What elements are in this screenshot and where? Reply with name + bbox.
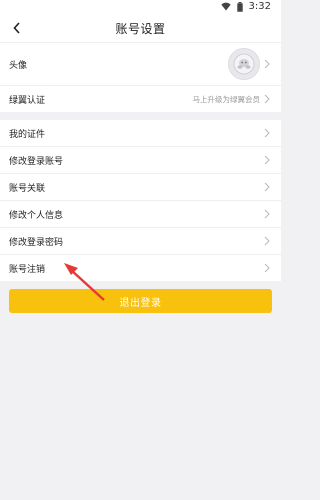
avatar-row[interactable]: 头像	[0, 43, 281, 86]
status-time: 3:32	[248, 1, 271, 12]
member-certification-row[interactable]: 绿翼认证 马上升级为绿翼会员	[0, 86, 281, 112]
list-item-account-cancellation[interactable]: 账号注销	[0, 255, 281, 281]
status-bar: 3:32	[0, 0, 281, 14]
chevron-right-icon	[264, 155, 272, 165]
list-item-label: 修改登录账号	[9, 156, 64, 167]
logout-button[interactable]: 退出登录	[9, 289, 272, 313]
member-certification-label: 绿翼认证	[9, 95, 46, 106]
list-item-label: 修改个人信息	[9, 210, 64, 221]
list-item-label: 账号注销	[9, 264, 46, 275]
battery-icon	[236, 1, 243, 12]
chevron-right-icon	[264, 209, 272, 219]
member-upgrade-hint: 马上升级为绿翼会员	[192, 94, 261, 104]
settings-list: 我的证件 修改登录账号 账号关联 修改个人信息 修改登录密码 账号注销	[0, 120, 281, 281]
list-item-change-password[interactable]: 修改登录密码	[0, 228, 281, 255]
list-item-label: 账号关联	[9, 183, 46, 194]
list-item-edit-personal-info[interactable]: 修改个人信息	[0, 201, 281, 228]
chevron-right-icon	[264, 236, 272, 246]
list-item-label: 修改登录密码	[9, 237, 64, 248]
navigation-bar: 账号设置	[0, 14, 281, 43]
list-item-account-linking[interactable]: 账号关联	[0, 174, 281, 201]
profile-group: 头像 绿翼认证 马上升级为绿翼会员	[0, 43, 281, 112]
logout-area: 退出登录	[0, 281, 281, 313]
status-icons: 3:32	[220, 1, 271, 12]
avatar[interactable]	[228, 48, 260, 80]
avatar-label: 头像	[9, 60, 28, 71]
chevron-right-icon	[264, 263, 272, 273]
chevron-right-icon	[264, 128, 272, 138]
chevron-right-icon	[264, 182, 272, 192]
wifi-icon	[220, 2, 231, 11]
list-item-label: 我的证件	[9, 129, 46, 140]
chevron-right-icon	[264, 94, 272, 104]
list-item-change-login-account[interactable]: 修改登录账号	[0, 147, 281, 174]
chevron-right-icon	[264, 59, 272, 69]
page-title: 账号设置	[115, 22, 166, 36]
list-item-my-documents[interactable]: 我的证件	[0, 120, 281, 147]
